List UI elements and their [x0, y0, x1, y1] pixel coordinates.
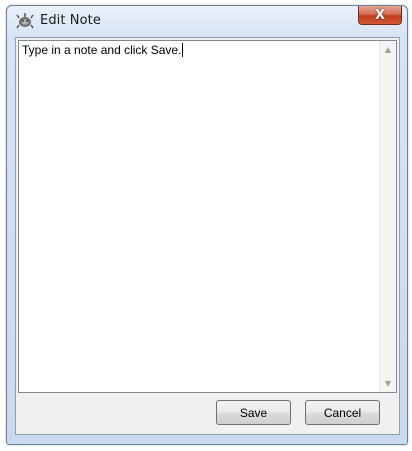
note-text-content: Type in a note and click Save. — [22, 43, 182, 57]
vertical-scrollbar[interactable]: ▲ ▼ — [379, 41, 396, 392]
close-icon: X — [374, 7, 386, 23]
title-bar[interactable]: Edit Note X — [7, 6, 407, 36]
note-app-icon — [16, 12, 34, 30]
scroll-up-arrow-icon[interactable]: ▲ — [380, 41, 396, 58]
scroll-down-arrow-icon[interactable]: ▼ — [380, 375, 396, 392]
note-textarea[interactable]: Type in a note and click Save. ▲ ▼ — [18, 40, 397, 393]
cancel-button[interactable]: Cancel — [305, 400, 380, 425]
text-caret — [182, 43, 184, 57]
window-title: Edit Note — [40, 13, 101, 28]
save-button[interactable]: Save — [216, 400, 291, 425]
dialog-content: Type in a note and click Save. ▲ ▼ Save … — [15, 37, 400, 435]
close-button[interactable]: X — [358, 6, 402, 25]
edit-note-dialog: Edit Note X Type in a note and click Sav… — [6, 5, 408, 445]
note-text-value[interactable]: Type in a note and click Save. — [22, 43, 184, 58]
